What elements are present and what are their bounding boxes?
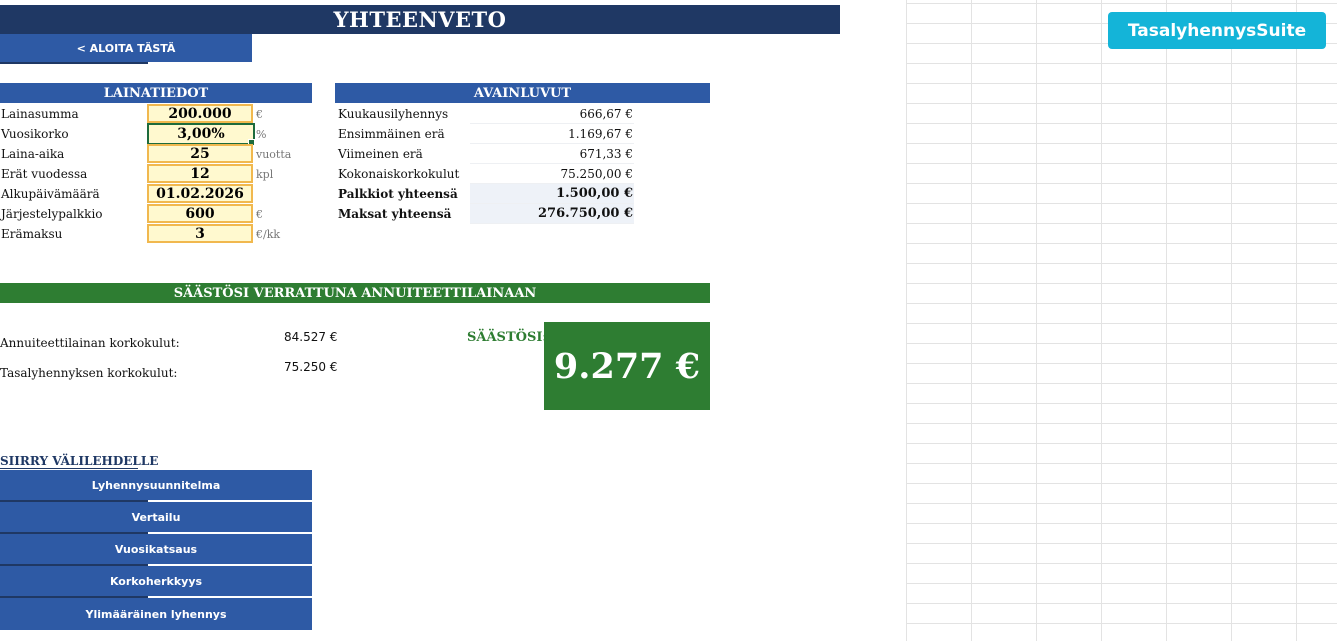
arrangement-fee-input[interactable]: 600 bbox=[147, 204, 253, 223]
brand-button[interactable]: TasalyhennysSuite bbox=[1108, 12, 1326, 49]
savings-label: SÄÄSTÖSI: bbox=[467, 330, 548, 345]
key-figure-label: Kuukausilyhennys bbox=[338, 107, 449, 121]
key-figure-value: 1.500,00 € bbox=[470, 184, 634, 204]
loan-amount-input[interactable]: 200.000 bbox=[147, 104, 253, 123]
spreadsheet-grid bbox=[906, 0, 1337, 641]
loan-row-label: Erät vuodessa bbox=[1, 167, 88, 181]
loan-row-unit: kpl bbox=[256, 167, 274, 181]
loan-term-input[interactable]: 25 bbox=[147, 144, 253, 163]
flat-interest-label: Tasalyhennyksen korkokulut: bbox=[0, 366, 178, 380]
key-figure-label: Maksat yhteensä bbox=[338, 207, 452, 221]
nav-button-rate-sensitivity[interactable]: Korkoherkkyys bbox=[0, 566, 312, 596]
key-figure-value: 276.750,00 € bbox=[470, 204, 634, 224]
savings-comparison-heading: SÄÄSTÖSI VERRATTUNA ANNUITEETTILAINAAN bbox=[0, 283, 710, 303]
annuity-interest-value: 84.527 € bbox=[284, 330, 338, 344]
savings-value: 9.277 € bbox=[544, 322, 710, 410]
nav-button-annual-review[interactable]: Vuosikatsaus bbox=[0, 534, 312, 564]
installment-fee-input[interactable]: 3 bbox=[147, 224, 253, 243]
key-figure-label: Palkkiot yhteensä bbox=[338, 187, 458, 201]
key-figures-heading: AVAINLUVUT bbox=[335, 83, 710, 103]
loan-row-unit: vuotta bbox=[256, 147, 292, 161]
page-title: YHTEENVETO bbox=[0, 5, 840, 34]
nav-button-comparison[interactable]: Vertailu bbox=[0, 502, 312, 532]
key-figure-value: 1.169,67 € bbox=[470, 124, 634, 144]
start-date-input[interactable]: 01.02.2026 bbox=[147, 184, 253, 203]
loan-details-heading: LAINATIEDOT bbox=[0, 83, 312, 103]
key-figure-value: 671,33 € bbox=[470, 144, 634, 164]
loan-row-unit: € bbox=[256, 107, 263, 121]
loan-row-label: Alkupäivämäärä bbox=[1, 187, 100, 201]
loan-row-unit: % bbox=[256, 127, 267, 141]
loan-row-label: Vuosikorko bbox=[1, 127, 69, 141]
loan-row-label: Laina-aika bbox=[1, 147, 65, 161]
loan-row-label: Järjestelypalkkio bbox=[1, 207, 103, 221]
start-here-button[interactable]: < ALOITA TÄSTÄ bbox=[0, 34, 252, 62]
navigation-heading-underline bbox=[0, 468, 138, 469]
start-button-underline bbox=[0, 62, 148, 64]
key-figure-label: Kokonaiskorkokulut bbox=[338, 167, 460, 181]
loan-row-label: Erämaksu bbox=[1, 227, 63, 241]
navigation-heading: SIIRRY VÄLILEHDELLE bbox=[0, 454, 159, 468]
loan-row-unit: € bbox=[256, 207, 263, 221]
flat-interest-value: 75.250 € bbox=[284, 360, 338, 374]
key-figure-label: Viimeinen erä bbox=[338, 147, 423, 161]
loan-row-unit: €/kk bbox=[256, 227, 281, 241]
key-figure-value: 75.250,00 € bbox=[470, 164, 634, 184]
key-figure-value: 666,67 € bbox=[470, 104, 634, 124]
annual-rate-input[interactable]: 3,00% bbox=[147, 123, 255, 145]
key-figure-label: Ensimmäinen erä bbox=[338, 127, 445, 141]
annuity-interest-label: Annuiteettilainan korkokulut: bbox=[0, 336, 180, 350]
nav-button-extra-payment[interactable]: Ylimääräinen lyhennys bbox=[0, 598, 312, 630]
nav-button-amortization-plan[interactable]: Lyhennysuunnitelma bbox=[0, 470, 312, 500]
payments-per-year-input[interactable]: 12 bbox=[147, 164, 253, 183]
loan-row-label: Lainasumma bbox=[1, 107, 79, 121]
